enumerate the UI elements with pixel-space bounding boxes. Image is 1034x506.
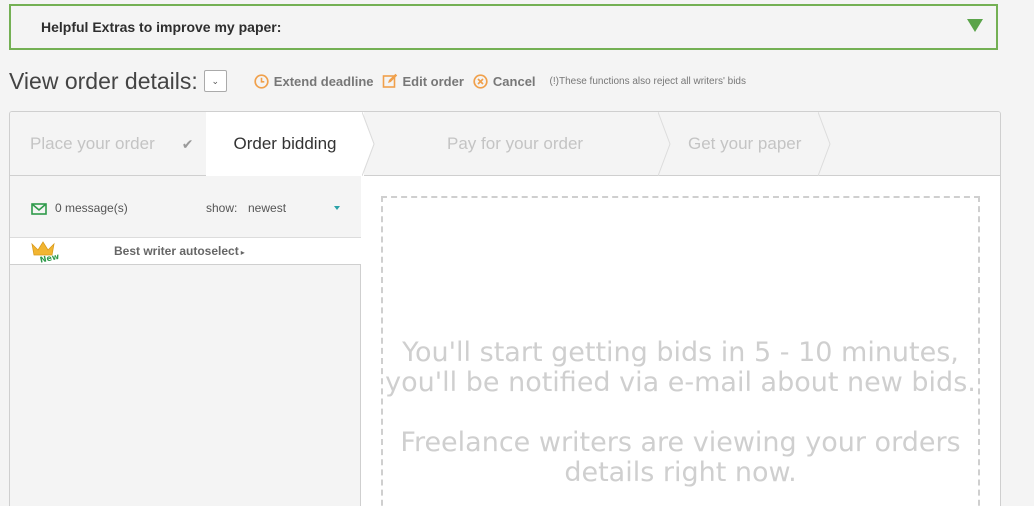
clock-icon xyxy=(254,73,269,89)
helpful-extras-title: Helpful Extras to improve my paper: xyxy=(41,19,282,35)
step-pay-order[interactable]: Pay for your order xyxy=(447,112,583,176)
autoselect-text: Best writer autoselect xyxy=(114,244,239,258)
show-label: show: xyxy=(206,201,238,215)
bids-message-line: details right now. xyxy=(564,457,797,488)
caret-down-icon[interactable] xyxy=(334,206,340,210)
step-place-order-label: Place your order xyxy=(30,134,155,153)
edit-order-button[interactable]: Edit order xyxy=(382,73,464,89)
autoselect-label: Best writer autoselect ▸ xyxy=(114,244,245,258)
edit-order-label: Edit order xyxy=(402,73,464,89)
arrow-right-icon: ▸ xyxy=(240,248,245,257)
bids-message-line: Freelance writers are viewing your order… xyxy=(400,427,961,458)
edit-icon xyxy=(382,73,398,89)
view-order-details-title: View order details: xyxy=(9,67,198,94)
bids-message-line: you'll be notified via e-mail about new … xyxy=(385,367,976,398)
checkmark-icon: ✔ xyxy=(181,135,194,152)
step-place-order[interactable]: Place your order ✔ xyxy=(30,112,193,176)
extend-deadline-label: Extend deadline xyxy=(273,73,374,89)
messages-header: 0 message(s) show: newest xyxy=(10,176,361,237)
helpful-extras-bar[interactable]: Helpful Extras to improve my paper: xyxy=(9,4,998,50)
cancel-order-label: Cancel xyxy=(492,73,536,89)
best-writer-autoselect[interactable]: New Best writer autoselect ▸ xyxy=(10,237,361,265)
step-pay-order-label: Pay for your order xyxy=(447,134,584,153)
step-get-paper[interactable]: Get your paper xyxy=(688,112,801,176)
bids-placeholder-message: You'll start getting bids in 5 - 10 minu… xyxy=(383,338,978,488)
step-order-bidding-label: Order bidding xyxy=(233,133,337,153)
message-count: 0 message(s) xyxy=(55,201,128,215)
step-separator-chevron-icon xyxy=(658,112,671,176)
cancel-circle-icon xyxy=(473,73,488,89)
step-get-paper-label: Get your paper xyxy=(688,134,802,153)
crown-new-icon: New xyxy=(30,240,62,269)
order-steps: Place your order ✔ Order bidding Pay for… xyxy=(10,112,1000,176)
chevron-down-icon: ⌄ xyxy=(211,75,220,86)
order-details-toolbar: View order details: ⌄ Extend deadline Ed… xyxy=(9,64,1009,98)
bids-area: You'll start getting bids in 5 - 10 minu… xyxy=(381,196,980,506)
sort-select[interactable]: newest xyxy=(248,201,286,215)
expand-triangle-icon[interactable] xyxy=(967,19,983,32)
order-details-dropdown[interactable]: ⌄ xyxy=(203,70,227,92)
step-order-bidding[interactable]: Order bidding xyxy=(206,112,364,176)
bids-message-line: You'll start getting bids in 5 - 10 minu… xyxy=(402,337,959,368)
active-step-arrow-icon xyxy=(362,112,375,176)
step-separator-chevron-icon xyxy=(818,112,831,176)
messages-sidebar: 0 message(s) show: newest New Best write… xyxy=(10,176,361,506)
cancel-order-button[interactable]: Cancel xyxy=(473,74,536,89)
reject-bids-note: (!)These functions also reject all write… xyxy=(549,75,746,87)
envelope-icon[interactable] xyxy=(31,202,47,220)
order-panel: Place your order ✔ Order bidding Pay for… xyxy=(9,111,1001,506)
extend-deadline-button[interactable]: Extend deadline xyxy=(254,74,374,89)
